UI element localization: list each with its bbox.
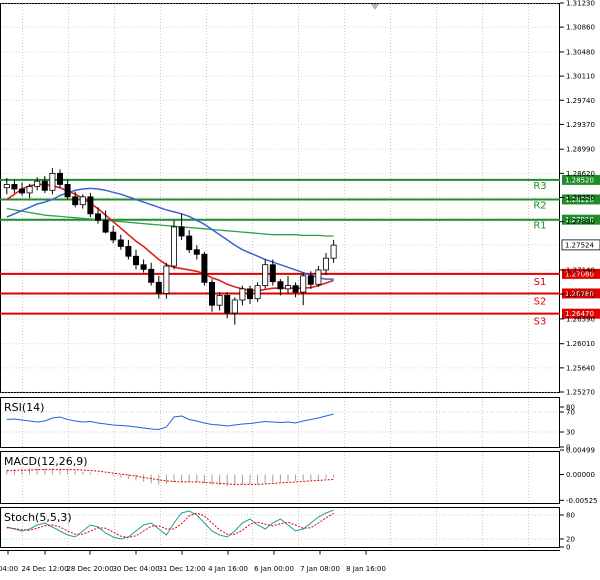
candle-body-down (72, 196, 79, 206)
y-tick-label: 1.25640 (566, 364, 595, 372)
candle-body-down (208, 281, 215, 306)
macd-label: MACD(12,26,9) (4, 455, 88, 468)
main-y-axis: 1.31230 1.30860 1.30480 1.30110 1.29740 1.293… (560, 0, 595, 397)
candle (87, 192, 94, 218)
x-tick-label: 4 Jan 16:00 (208, 565, 248, 573)
candle-body-up (26, 186, 33, 194)
candle (254, 282, 261, 302)
y-tick-label: 1.26770 (566, 291, 595, 299)
candle-body-down (110, 231, 117, 241)
stoch-y-tick-label: 20 (566, 536, 575, 544)
y-tick-label: 1.30110 (566, 73, 595, 81)
candle-body-down (95, 213, 102, 221)
level-tag-R2: R2 (533, 200, 546, 211)
candle-body-down (11, 184, 18, 190)
y-tick-label: 1.28990 (566, 146, 595, 154)
candle-body-up (49, 172, 56, 191)
macd-y-tick-label: 0.00499 (566, 447, 595, 455)
candle-body-down (87, 196, 94, 215)
candle-body-up (254, 285, 261, 300)
rsi-label: RSI(14) (4, 401, 44, 414)
candle-body-up (163, 265, 170, 294)
y-tick-label: 1.30480 (566, 48, 595, 56)
y-tick-label: 1.29370 (566, 121, 595, 129)
candle-body-up (322, 257, 329, 271)
candle-body-down (186, 235, 193, 251)
candle (170, 220, 177, 270)
x-tick-label: 6 Jan 00:00 (254, 565, 294, 573)
y-tick-label: 1.28620 (566, 170, 595, 178)
candle-body-up (79, 196, 86, 206)
y-tick-label: 1.26010 (566, 340, 595, 348)
macd-y-tick-label: 0.00000 (566, 471, 595, 479)
candle-body-down (18, 188, 25, 194)
candle-body-down (148, 268, 155, 283)
y-tick-label: 1.25270 (566, 389, 595, 397)
candle-body-down (155, 281, 162, 294)
x-tick-label: 24 Dec 12:00 (21, 565, 68, 573)
candle-body-down (269, 264, 276, 283)
y-tick-label: 1.30860 (566, 24, 595, 32)
level-tag-S1: S1 (534, 277, 547, 288)
candle-body-up (170, 226, 177, 267)
candle-body-down (57, 172, 64, 185)
candle-body-up (239, 288, 246, 301)
pane-frame-stoch (0, 507, 560, 548)
current-price-label: 1.27524 (565, 241, 594, 249)
candle-body-down (102, 219, 109, 233)
candle-body-down (224, 295, 231, 314)
stoch-label: Stoch(5,5,3) (4, 511, 72, 524)
y-tick-label: 1.29740 (566, 97, 595, 105)
candle-body-up (231, 299, 238, 314)
level-tag-R3: R3 (533, 181, 546, 192)
x-tick-label: 7 Jan 08:00 (300, 565, 340, 573)
x-tick-label: 8 Jan 16:00 (346, 565, 386, 573)
candle-body-up (315, 269, 322, 285)
chart-root: R3 1.28520 R2 1.28220 R1 1.27910 S1 1.27080 S2 1.… (0, 0, 600, 580)
rsi-y-tick-label: 70 (566, 409, 575, 417)
candle-body-down (125, 246, 132, 257)
y-tick-label: 1.28250 (566, 194, 595, 202)
y-tick-label: 1.27140 (566, 266, 595, 274)
candle-body-down (140, 264, 147, 270)
candle-body-down (64, 184, 71, 198)
candle (201, 251, 208, 286)
candle-body-down (292, 285, 299, 293)
stoch-y-tick-label: 80 (566, 512, 575, 520)
level-tag-S3: S3 (534, 317, 547, 328)
y-tick-label: 1.31230 (566, 0, 595, 8)
candle-body-down (132, 255, 139, 266)
candle-body-up (330, 244, 337, 259)
candle-body-down (41, 180, 48, 191)
x-tick-label: 31 Dec 12:00 (158, 565, 205, 573)
pane-frames (0, 3, 560, 551)
y-tick-label: 1.27880 (566, 218, 595, 226)
chart-svg: R31.28520R21.28220R11.27910S11.27080S21.… (0, 0, 600, 573)
candle (163, 262, 170, 299)
candle-body-down (307, 275, 314, 285)
candle-body-down (193, 249, 200, 255)
candle-body-up (300, 275, 307, 293)
candle-body-up (262, 264, 269, 287)
candle-body-up (3, 184, 10, 189)
x-tick-label: 04:00 (0, 565, 18, 573)
candle-body-up (216, 295, 223, 306)
x-tick-label: 28 Dec 20:00 (66, 565, 113, 573)
level-tag-S2: S2 (534, 296, 547, 307)
candle-body-up (284, 285, 291, 290)
candle-body-down (277, 281, 284, 290)
level-tag-R1: R1 (533, 221, 546, 232)
candle-body-down (201, 253, 208, 283)
y-tick-label: 1.26390 (566, 315, 595, 323)
candle-body-up (34, 180, 41, 187)
candle-body-down (178, 226, 185, 237)
candle-body-down (117, 239, 124, 247)
candle-body-down (246, 288, 253, 300)
x-tick-label: 30 Dec 04:00 (112, 565, 159, 573)
rsi-y-tick-label: 30 (566, 429, 575, 437)
macd-y-tick-label: -0.00525 (566, 497, 597, 505)
stoch-y-tick-label: 0 (566, 544, 570, 552)
x-axis: 04:00 24 Dec 12:0028 Dec 20:0030 Dec 04:0… (0, 550, 386, 573)
